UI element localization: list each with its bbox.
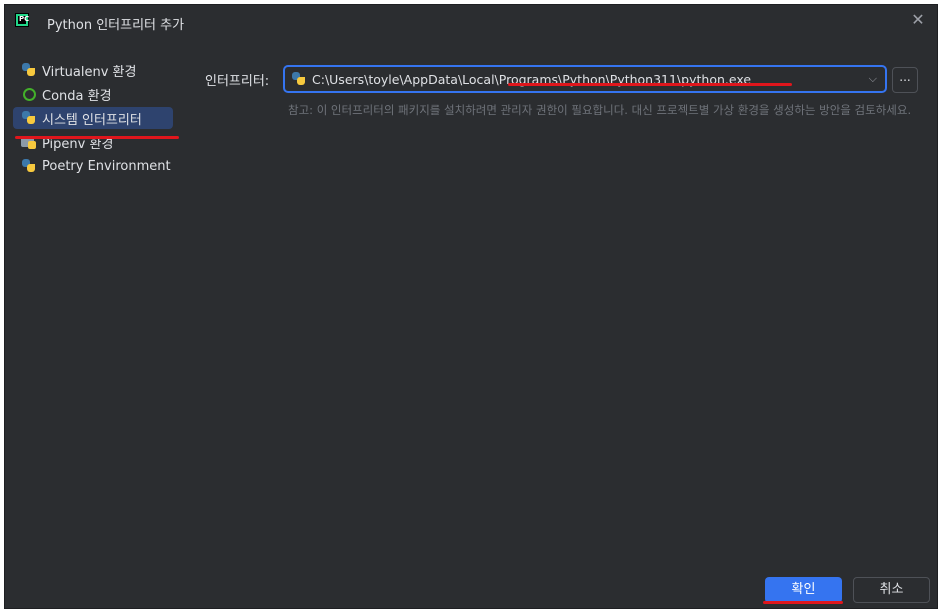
python-icon [291, 71, 307, 87]
ok-button[interactable]: 확인 [765, 577, 842, 603]
python-icon [21, 62, 37, 78]
sidebar-item-label: 시스템 인터프리터 [42, 112, 142, 128]
conda-icon [21, 86, 37, 102]
sidebar-item-label: Conda 환경 [42, 88, 112, 104]
sidebar-item-pipenv[interactable]: Pipenv 환경 [13, 131, 188, 153]
title-bar: PC Python 인터프리터 추가 ✕ [5, 5, 937, 39]
sidebar-item-label: Virtualenv 환경 [42, 64, 137, 80]
python-icon [21, 158, 37, 174]
browse-button[interactable]: ... [892, 67, 918, 93]
cancel-button[interactable]: 취소 [853, 577, 930, 603]
interpreter-path-combobox[interactable]: C:\Users\toyle\AppData\Local\Programs\Py… [283, 65, 887, 93]
sidebar-item-virtualenv[interactable]: Virtualenv 환경 [13, 59, 188, 81]
annotation-underline-path [508, 83, 792, 86]
python-icon [21, 110, 37, 126]
chevron-down-icon[interactable]: ⌵ [869, 72, 877, 86]
sidebar-item-poetry[interactable]: Poetry Environment [13, 155, 188, 177]
interpreter-label: 인터프리터: [205, 74, 270, 89]
interpreter-type-sidebar: Virtualenv 환경 Conda 환경 시스템 인터프리터 Pipenv … [13, 59, 188, 179]
admin-rights-note: 참고: 이 인터프리터의 패키지를 설치하려면 관리자 권한이 필요합니다. 대… [288, 103, 912, 117]
annotation-underline-ok [763, 601, 843, 604]
sidebar-item-label: Poetry Environment [42, 158, 171, 174]
close-icon[interactable]: ✕ [911, 12, 925, 28]
window-title: Python 인터프리터 추가 [47, 18, 185, 33]
sidebar-item-system-interpreter[interactable]: 시스템 인터프리터 [13, 107, 173, 129]
add-interpreter-dialog: PC Python 인터프리터 추가 ✕ Virtualenv 환경 Conda… [4, 4, 938, 609]
pycharm-app-icon: PC [15, 13, 29, 27]
annotation-underline-system-interpreter [15, 136, 179, 139]
sidebar-item-conda[interactable]: Conda 환경 [13, 83, 188, 105]
